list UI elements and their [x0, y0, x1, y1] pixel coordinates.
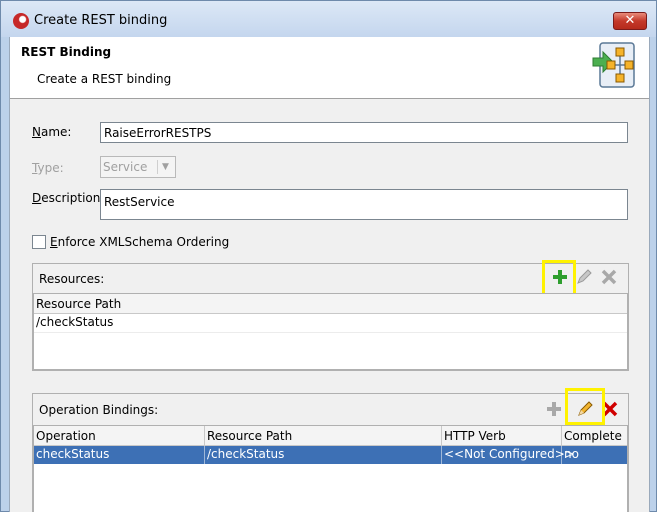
table-row[interactable]: /checkStatus: [34, 314, 627, 332]
add-resource-highlight: [542, 260, 576, 296]
http-verb-cell: <<Not Configured>>: [442, 446, 575, 464]
resource-path-cell: /checkStatus: [36, 315, 114, 329]
title-bar: Create REST binding ✕: [1, 1, 656, 37]
edit-resource-pencil-icon[interactable]: [575, 268, 593, 286]
table-row[interactable]: checkStatus /checkStatus <<Not Configure…: [34, 446, 627, 464]
column-header-http-verb[interactable]: HTTP Verb: [442, 426, 562, 445]
header-subtitle: Create a REST binding: [37, 72, 172, 86]
operation-bindings-label: Operation Bindings:: [39, 403, 159, 417]
resource-path-cell: /checkStatus: [205, 446, 442, 464]
name-label: Name:: [32, 125, 72, 139]
operation-bindings-table-header: Operation Resource Path HTTP Verb Comple…: [34, 426, 627, 446]
row-divider: [34, 332, 627, 333]
description-field[interactable]: RestService: [100, 189, 628, 220]
delete-resource-x-icon[interactable]: [600, 268, 618, 286]
column-header-complete[interactable]: Complete: [562, 426, 627, 445]
column-header-resource-path[interactable]: Resource Path: [205, 426, 442, 445]
rest-binding-logo-icon: [592, 42, 635, 88]
header-panel: REST Binding Create a REST binding: [10, 37, 649, 99]
column-header-resource-path[interactable]: Resource Path: [34, 294, 627, 313]
header-title: REST Binding: [21, 45, 112, 59]
complete-cell: no: [564, 447, 579, 461]
enforce-xmlschema-label: Enforce XMLSchema Ordering: [50, 235, 230, 249]
operation-bindings-table: Operation Resource Path HTTP Verb Comple…: [33, 425, 628, 512]
edit-operation-highlight: [565, 388, 605, 425]
column-header-operation[interactable]: Operation: [34, 426, 205, 445]
dialog-window: Create REST binding ✕ REST Binding Creat…: [0, 0, 657, 512]
close-button[interactable]: ✕: [613, 12, 647, 30]
type-label: Type:: [32, 161, 64, 175]
window-title: Create REST binding: [34, 13, 168, 28]
resources-label: Resources:: [39, 272, 105, 286]
dialog-body: REST Binding Create a REST binding Name:…: [9, 37, 650, 512]
chevron-down-icon: ▼: [157, 160, 173, 174]
description-label: Description:: [32, 191, 105, 205]
add-operation-plus-icon[interactable]: [545, 400, 563, 418]
operation-bindings-panel: Operation Bindings: Operation Resource P…: [32, 388, 629, 512]
resources-table: Resource Path /checkStatus: [33, 293, 628, 370]
resources-table-header: Resource Path: [34, 294, 627, 314]
type-select-value: Service: [103, 160, 148, 174]
resources-panel: Resources: Resource Path /checkStatus: [32, 260, 629, 371]
name-field[interactable]: RaiseErrorRESTPS: [100, 122, 628, 143]
type-select[interactable]: Service ▼: [100, 156, 176, 178]
app-icon: [13, 13, 29, 29]
operation-cell: checkStatus: [34, 446, 205, 464]
enforce-xmlschema-checkbox[interactable]: [32, 235, 46, 249]
